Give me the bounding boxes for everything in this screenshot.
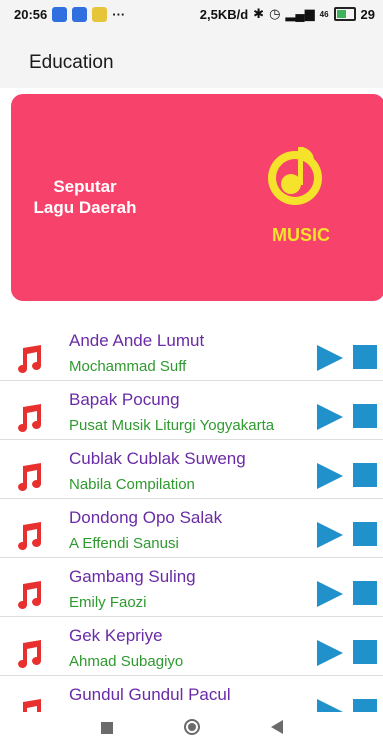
- back-button[interactable]: [270, 720, 283, 739]
- music-note-icon: [18, 522, 41, 550]
- song-artist: Mochammad Suff: [69, 358, 187, 375]
- song-list-item[interactable]: Bapak Pocung Pusat Musik Liturgi Yogyakar…: [0, 381, 383, 440]
- notification-icon: [92, 6, 108, 22]
- circle-icon: [183, 719, 200, 735]
- song-title: Gundul Gundul Pacul: [69, 685, 231, 704]
- page-title: Education: [29, 52, 114, 73]
- triangle-back-icon: [270, 720, 283, 734]
- song-list-item[interactable]: Ande Ande Lumut Mochammad Suff: [0, 322, 383, 381]
- music-note-icon: [18, 345, 41, 373]
- stop-icon[interactable]: [353, 404, 377, 428]
- notification-icon: [52, 6, 68, 22]
- status-bar-left: 20:56 ···: [14, 6, 126, 22]
- more-notifications-icon: ···: [112, 6, 126, 22]
- song-list: Ande Ande Lumut Mochammad Suff Bapak Pocun…: [0, 322, 383, 735]
- stop-icon[interactable]: [353, 640, 377, 664]
- song-artist: A Effendi Sanusi: [69, 535, 179, 552]
- network-type: 46: [319, 9, 329, 19]
- home-button[interactable]: [183, 718, 201, 741]
- play-icon[interactable]: [316, 521, 344, 549]
- status-time: 20:56: [14, 6, 48, 22]
- song-list-item[interactable]: Gek Kepriye Ahmad Subagiyo: [0, 617, 383, 676]
- music-logo-text: MUSIC: [272, 225, 330, 245]
- stop-icon[interactable]: [353, 522, 377, 546]
- play-icon[interactable]: [316, 344, 344, 372]
- status-bar: 20:56 ··· 2,5KB/d ✱ ◷ ▂▄▆ 46 29: [0, 0, 383, 28]
- play-icon[interactable]: [316, 580, 344, 608]
- app-bar: Education: [0, 28, 383, 88]
- music-note-icon: [18, 581, 41, 609]
- battery-level: 29: [360, 6, 375, 22]
- play-icon[interactable]: [316, 639, 344, 667]
- banner-title: Seputar Lagu Daerah: [33, 177, 137, 217]
- banner-card[interactable]: Seputar Lagu Daerah MUSIC: [11, 94, 383, 301]
- music-note-icon: [18, 640, 41, 668]
- song-artist: Pusat Musik Liturgi Yogyakarta: [69, 417, 275, 434]
- status-bar-right: 2,5KB/d ✱ ◷ ▂▄▆ 46 29: [200, 6, 375, 22]
- stop-icon[interactable]: [353, 345, 377, 369]
- music-note-icon: [18, 463, 41, 491]
- song-title: Bapak Pocung: [69, 390, 180, 409]
- song-title: Gambang Suling: [69, 567, 196, 586]
- song-list-item[interactable]: Cublak Cublak Suweng Nabila Compilation: [0, 440, 383, 499]
- stop-icon[interactable]: [353, 581, 377, 605]
- music-note-icon: [18, 404, 41, 432]
- song-title: Cublak Cublak Suweng: [69, 449, 246, 468]
- recents-button[interactable]: [100, 721, 113, 739]
- square-icon: [100, 721, 113, 734]
- signal-icon: ▂▄▆: [285, 6, 315, 21]
- song-artist: Nabila Compilation: [69, 476, 195, 493]
- music-logo-icon: MUSIC: [268, 147, 330, 245]
- battery-icon: [333, 7, 356, 21]
- network-speed: 2,5KB/d: [199, 6, 249, 22]
- song-list-item[interactable]: Gambang Suling Emily Faozi: [0, 558, 383, 617]
- song-title: Dondong Opo Salak: [69, 508, 223, 527]
- notification-icon: [72, 6, 88, 22]
- song-title: Gek Kepriye: [69, 626, 163, 645]
- play-icon[interactable]: [316, 403, 344, 431]
- alarm-icon: ◷: [269, 6, 281, 21]
- song-list-item[interactable]: Dondong Opo Salak A Effendi Sanusi: [0, 499, 383, 558]
- navigation-bar: [0, 712, 383, 747]
- song-title: Ande Ande Lumut: [69, 331, 205, 350]
- stop-icon[interactable]: [353, 463, 377, 487]
- bluetooth-icon: ✱: [253, 6, 265, 21]
- song-artist: Emily Faozi: [69, 594, 147, 611]
- song-artist: Ahmad Subagiyo: [69, 653, 184, 670]
- play-icon[interactable]: [316, 462, 344, 490]
